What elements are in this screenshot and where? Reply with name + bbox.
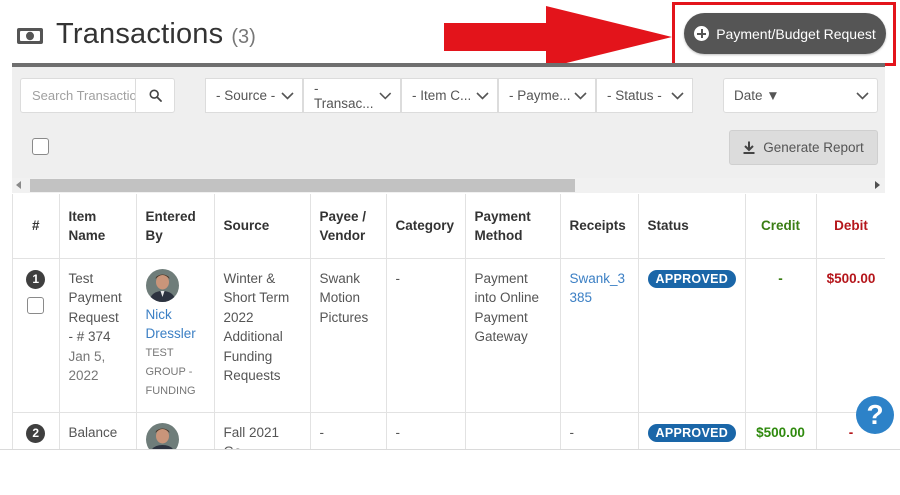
date-sort-label: Date ▼: [734, 88, 780, 103]
transactions-table-container: # Item Name Entered By Source Payee / Ve…: [12, 194, 885, 449]
generate-report-label: Generate Report: [763, 140, 864, 155]
payment-method-cell: [465, 412, 561, 449]
debit-value: $500.00: [826, 270, 876, 286]
item-name-cell: Balance: [59, 412, 137, 449]
row-number-cell: 2: [13, 412, 60, 449]
credit-cell: -: [745, 258, 817, 413]
search-input[interactable]: [21, 79, 135, 112]
avatar: [145, 268, 179, 302]
receipts-cell: Swank_3385: [560, 258, 639, 413]
col-header-debit[interactable]: Debit: [816, 194, 885, 259]
col-header-number: #: [13, 194, 60, 259]
payee-cell: -: [310, 412, 387, 449]
payment-filter[interactable]: - Payme...: [498, 78, 596, 113]
search-icon: [148, 89, 162, 102]
table-row[interactable]: 1 Test Payment Request - # 374 Jan 5, 20…: [13, 258, 885, 413]
generate-report-button[interactable]: Generate Report: [729, 130, 878, 165]
row-checkbox[interactable]: [27, 296, 45, 314]
row-number-badge: 2: [26, 423, 46, 443]
col-header-receipts[interactable]: Receipts: [560, 194, 639, 259]
payment-method-cell: Payment into Online Payment Gateway: [465, 258, 561, 413]
col-header-payment-method[interactable]: Payment Method: [465, 194, 561, 259]
scroll-right-arrow-icon[interactable]: [875, 181, 880, 189]
status-cell: APPROVED: [638, 258, 746, 413]
status-badge: APPROVED: [647, 269, 737, 288]
entered-by-name-link[interactable]: Nick Dressler: [146, 305, 205, 344]
row-number-badge: 1: [26, 269, 46, 289]
select-all-checkbox[interactable]: [32, 138, 49, 155]
table-header-row: # Item Name Entered By Source Payee / Ve…: [13, 194, 885, 259]
row-number-cell: 1: [13, 258, 60, 413]
receipts-cell: -: [560, 412, 639, 449]
chevron-down-icon: [574, 91, 587, 100]
status-badge: APPROVED: [647, 423, 737, 442]
category-cell: -: [386, 412, 466, 449]
date-sort-dropdown[interactable]: Date ▼: [723, 78, 878, 113]
col-header-item-name[interactable]: Item Name: [59, 194, 137, 259]
item-name-cell: Test Payment Request - # 374 Jan 5, 2022: [59, 258, 137, 413]
credit-value: $500.00: [756, 424, 805, 440]
money-icon: [17, 28, 43, 44]
scrollbar-thumb[interactable]: [30, 179, 575, 192]
credit-value: -: [778, 270, 783, 286]
debit-value: -: [848, 424, 854, 440]
chevron-down-icon: [379, 92, 392, 100]
item-category-filter-label: - Item C...: [412, 88, 472, 103]
entered-by-cell: Nick Dressler TEST GROUP - FUNDING: [136, 258, 215, 413]
payee-cell: Swank Motion Pictures: [310, 258, 387, 413]
help-button[interactable]: ?: [856, 396, 894, 434]
status-filter-label: - Status -: [607, 88, 662, 103]
chevron-down-icon: [856, 91, 869, 100]
category-cell: -: [386, 258, 466, 413]
table-row[interactable]: 2 Balance Fall 2021 Go: [13, 412, 885, 449]
col-header-category[interactable]: Category: [386, 194, 466, 259]
scroll-left-arrow-icon[interactable]: [16, 181, 21, 189]
receipt-link[interactable]: Swank_3385: [570, 271, 626, 306]
source-cell: Fall 2021 Go: [214, 412, 311, 449]
status-filter[interactable]: - Status -: [596, 78, 693, 113]
page-footer-area: [0, 449, 900, 495]
title-group: Transactions (3): [16, 18, 256, 51]
plus-circle-icon: [694, 26, 710, 41]
red-arrow-annotation: [444, 6, 672, 68]
search-button[interactable]: [135, 79, 174, 112]
source-filter-label: - Source -: [216, 88, 276, 103]
transaction-filter[interactable]: - Transac...: [303, 78, 401, 113]
entered-by-cell: [136, 412, 215, 449]
avatar: [145, 422, 179, 449]
col-header-entered-by[interactable]: Entered By: [136, 194, 215, 259]
user-photo-icon: [145, 268, 179, 302]
entered-by-group: TEST GROUP - FUNDING: [145, 346, 196, 397]
status-cell: APPROVED: [638, 412, 746, 449]
col-header-credit[interactable]: Credit: [745, 194, 817, 259]
chevron-down-icon: [671, 91, 684, 100]
credit-cell: $500.00: [745, 412, 817, 449]
transactions-table: # Item Name Entered By Source Payee / Ve…: [13, 194, 885, 449]
debit-cell: $500.00: [816, 258, 885, 413]
source-filter[interactable]: - Source -: [205, 78, 303, 113]
item-category-filter[interactable]: - Item C...: [401, 78, 498, 113]
col-header-payee[interactable]: Payee / Vendor: [310, 194, 387, 259]
download-icon: [743, 141, 755, 154]
col-header-status[interactable]: Status: [638, 194, 746, 259]
transaction-count: (3): [231, 26, 256, 48]
payment-filter-label: - Payme...: [509, 88, 571, 103]
item-name: Test Payment Request - # 374: [68, 270, 122, 345]
payment-budget-request-button[interactable]: Payment/Budget Request: [684, 13, 886, 54]
page-title: Transactions: [56, 18, 224, 50]
payment-budget-request-label: Payment/Budget Request: [716, 25, 876, 42]
source-cell: Winter & Short Term 2022 Additional Fund…: [214, 258, 311, 413]
chevron-down-icon: [281, 91, 294, 100]
col-header-source[interactable]: Source: [214, 194, 311, 259]
search-box: [20, 78, 175, 113]
chevron-down-icon: [476, 91, 489, 100]
item-name: Balance: [68, 424, 118, 440]
item-date: Jan 5, 2022: [68, 348, 106, 384]
user-photo-icon: [145, 422, 179, 449]
help-question-icon: ?: [866, 399, 884, 430]
transaction-filter-label: - Transac...: [314, 80, 374, 111]
